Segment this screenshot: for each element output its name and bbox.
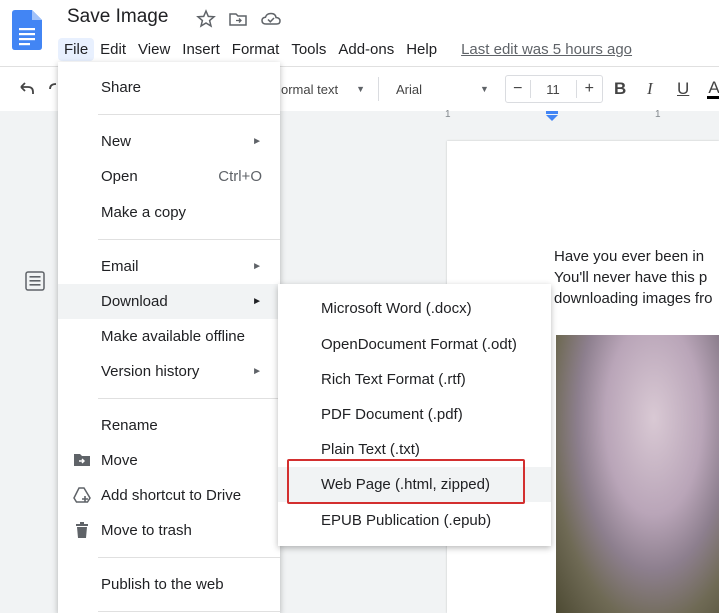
style-dropdown-arrow-icon: ▼: [356, 84, 365, 94]
menu-format[interactable]: Format: [226, 38, 286, 61]
font-size-input[interactable]: 11: [531, 82, 576, 97]
document-title[interactable]: Save Image: [67, 6, 168, 28]
menu-divider: [98, 114, 280, 115]
text-color-label: A: [708, 78, 719, 97]
font-size-control: − 11 +: [505, 75, 603, 103]
last-edit-link[interactable]: Last edit was 5 hours ago: [461, 41, 632, 58]
menu-help[interactable]: Help: [400, 38, 443, 61]
download-odt[interactable]: OpenDocument Format (.odt): [278, 327, 551, 362]
submenu-arrow-icon: ►: [252, 365, 262, 377]
move-folder-icon[interactable]: [228, 9, 250, 29]
cloud-saved-icon[interactable]: [260, 9, 282, 29]
download-epub[interactable]: EPUB Publication (.epub): [278, 503, 551, 538]
italic-button[interactable]: I: [647, 67, 653, 111]
download-rtf[interactable]: Rich Text Format (.rtf): [278, 362, 551, 397]
menu-divider: [98, 611, 280, 612]
ruler-left-mark: 1: [445, 109, 451, 120]
download-submenu: Microsoft Word (.docx) OpenDocument Form…: [278, 284, 551, 546]
menu-divider: [98, 239, 280, 240]
flower-photo[interactable]: [556, 335, 719, 613]
font-select[interactable]: Arial ▼: [396, 67, 489, 111]
move-folder-icon: [72, 450, 92, 470]
menu-tools[interactable]: Tools: [285, 38, 332, 61]
file-menu-publish[interactable]: Publish to the web: [58, 567, 280, 601]
menu-file[interactable]: File: [58, 37, 95, 61]
bold-button[interactable]: B: [614, 67, 626, 111]
menu-divider: [98, 398, 280, 399]
file-menu-make-offline[interactable]: Make available offline: [58, 319, 280, 353]
menu-view[interactable]: View: [132, 38, 176, 61]
top-bar: Save Image File Edit View Insert Format …: [0, 0, 719, 66]
decrease-font-size-button[interactable]: −: [506, 80, 531, 98]
toolbar-divider: [378, 77, 379, 101]
text-color-button[interactable]: A: [707, 67, 719, 111]
ruler: 1 1: [445, 109, 719, 123]
menu-bar: File Edit View Insert Format Tools Add-o…: [58, 37, 632, 61]
download-docx[interactable]: Microsoft Word (.docx): [278, 291, 551, 326]
open-shortcut: Ctrl+O: [218, 167, 262, 185]
ruler-right-mark: 1: [655, 109, 661, 120]
submenu-arrow-icon: ►: [252, 135, 262, 147]
download-pdf[interactable]: PDF Document (.pdf): [278, 397, 551, 432]
star-icon[interactable]: [196, 9, 218, 29]
file-menu-make-copy[interactable]: Make a copy: [58, 195, 280, 229]
document-body-text[interactable]: Have you ever been in You'll never have …: [554, 246, 712, 309]
file-menu-email[interactable]: Email ►: [58, 249, 280, 283]
file-menu-new[interactable]: New ►: [58, 124, 280, 158]
download-txt[interactable]: Plain Text (.txt): [278, 432, 551, 467]
file-menu-download[interactable]: Download ►: [58, 284, 280, 319]
style-select[interactable]: ormal text ▼: [281, 67, 365, 111]
menu-edit[interactable]: Edit: [94, 38, 132, 61]
file-menu-rename[interactable]: Rename: [58, 408, 280, 442]
file-menu-share[interactable]: Share: [58, 70, 280, 104]
style-select-value: ormal text: [281, 81, 339, 97]
submenu-arrow-icon: ►: [252, 296, 262, 307]
file-menu-move-to-trash[interactable]: Move to trash: [58, 513, 280, 547]
body-line-2: You'll never have this p: [554, 269, 708, 286]
body-line-1: Have you ever been in: [554, 248, 705, 265]
file-menu-version-history[interactable]: Version history ►: [58, 354, 280, 388]
undo-icon[interactable]: [16, 67, 36, 111]
file-menu-open[interactable]: Open Ctrl+O: [58, 159, 280, 193]
increase-font-size-button[interactable]: +: [575, 80, 602, 98]
text-color-swatch: [707, 96, 719, 99]
file-menu-move[interactable]: Move: [58, 443, 280, 477]
menu-add-ons[interactable]: Add-ons: [332, 38, 400, 61]
trash-icon: [72, 520, 92, 540]
file-menu-add-shortcut[interactable]: Add shortcut to Drive: [58, 478, 280, 512]
ruler-indent-marker-icon[interactable]: [545, 111, 559, 123]
submenu-arrow-icon: ►: [252, 260, 262, 272]
underline-button[interactable]: U: [677, 67, 689, 111]
download-html-zipped[interactable]: Web Page (.html, zipped): [278, 467, 551, 502]
font-select-value: Arial: [396, 81, 423, 97]
file-menu: Share New ► Open Ctrl+O Make a copy Emai…: [58, 62, 280, 613]
google-docs-logo-icon[interactable]: [12, 10, 42, 50]
document-outline-icon[interactable]: [24, 271, 46, 291]
add-shortcut-drive-icon: [72, 485, 92, 505]
font-dropdown-arrow-icon: ▼: [480, 84, 489, 94]
menu-divider: [98, 557, 280, 558]
body-line-3: downloading images fro: [554, 290, 713, 307]
menu-insert[interactable]: Insert: [176, 38, 226, 61]
